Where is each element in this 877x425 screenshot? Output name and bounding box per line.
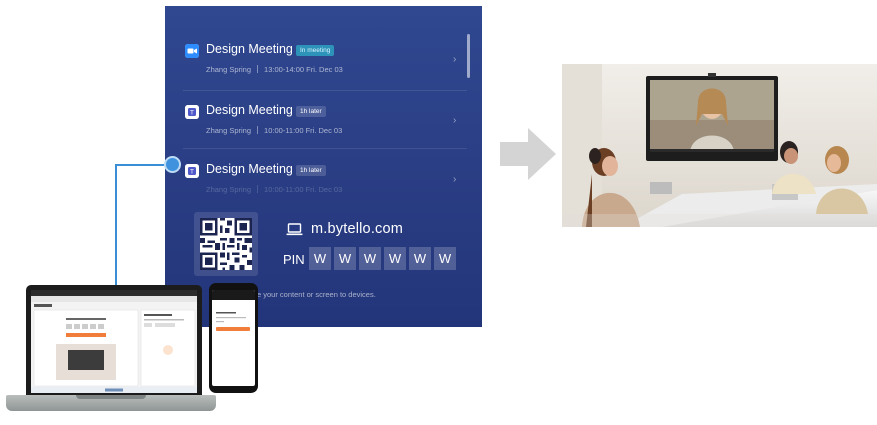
video-call-app-icon: T [185,105,199,119]
meeting-details: Zhang Spring 10:00-11:00 Fri. Dec 03 [206,126,342,135]
laptop-screen [31,290,197,393]
pin-digit: W [409,247,431,270]
meeting-time: 10:00-11:00 Fri. Dec 03 [264,185,343,194]
video-call-app-icon [185,44,199,58]
meeting-time: 13:00-14:00 Fri. Dec 03 [264,65,343,74]
connector-line [115,164,117,288]
meeting-title: Design Meeting [206,42,293,56]
meeting-details: Zhang Spring 10:00-11:00 Fri. Dec 03 [206,185,342,194]
meeting-panel: Design Meeting In meeting Zhang Spring 13… [165,6,482,327]
pin-digit: W [384,247,406,270]
scrollbar-thumb[interactable] [467,34,470,78]
meeting-title: Design Meeting [206,103,293,117]
video-call-app-icon: T [185,164,199,178]
pin-digit: W [359,247,381,270]
meeting-organizer: Zhang Spring [206,185,252,194]
meeting-item[interactable]: Design Meeting In meeting Zhang Spring 13… [185,32,465,88]
conference-room-photo [562,64,877,227]
chevron-right-icon: › [453,54,457,65]
connector-dot [164,156,181,173]
share-hint: e your content or screen to devices. [257,290,376,299]
chevron-right-icon: › [453,174,457,185]
status-badge: In meeting [296,45,335,56]
svg-text:T: T [189,110,194,117]
chevron-right-icon: › [453,115,457,126]
status-badge: 1h later [296,106,326,117]
meeting-organizer: Zhang Spring [206,126,252,135]
status-badge: 1h later [296,165,326,176]
pin-digit: W [434,247,456,270]
divider [183,148,467,149]
meeting-details: Zhang Spring 13:00-14:00 Fri. Dec 03 [206,65,343,74]
divider [183,90,467,91]
share-url[interactable]: m.bytello.com [311,221,403,237]
meeting-organizer: Zhang Spring [206,65,252,74]
laptop-icon [286,223,303,241]
arrow-right-icon [500,128,556,185]
meeting-title: Design Meeting [206,162,293,176]
qr-code [200,218,252,270]
phone-screen [212,290,255,386]
svg-text:T: T [189,169,194,176]
pin-label: PIN [283,252,305,267]
meeting-time: 10:00-11:00 Fri. Dec 03 [264,126,343,135]
meeting-item[interactable]: T Design Meeting 1h later Zhang Spring 10… [185,152,465,208]
laptop-illustration [6,285,216,425]
pin-digit: W [334,247,356,270]
qr-code-frame [194,212,258,276]
pin-digit: W [309,247,331,270]
meeting-item[interactable]: T Design Meeting 1h later Zhang Spring 10… [185,93,465,149]
laptop-base-notch [76,395,146,399]
